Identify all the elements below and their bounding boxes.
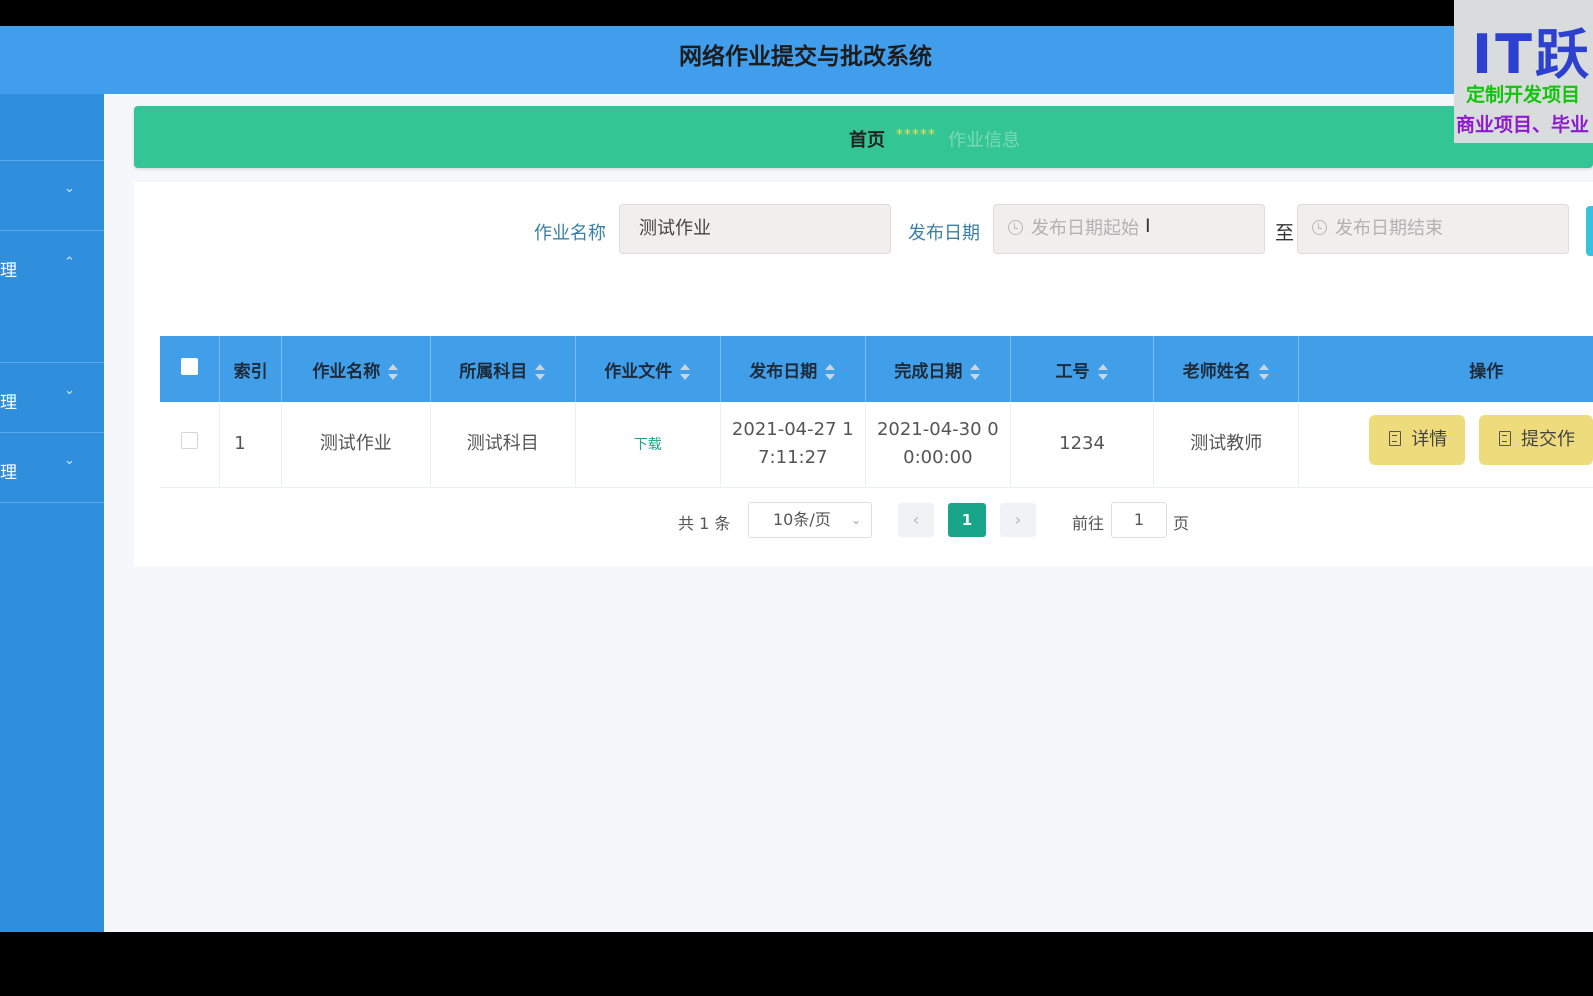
- sort-icon[interactable]: [824, 363, 836, 380]
- start-date-placeholder: 发布日期起始: [1031, 218, 1139, 239]
- cell-teacher: 测试教师: [1153, 402, 1299, 488]
- submit-homework-button[interactable]: 提交作: [1478, 414, 1593, 465]
- start-date-input[interactable]: 发布日期起始: [993, 204, 1265, 254]
- page-number-current[interactable]: 1: [948, 503, 986, 537]
- cell-index: 1: [219, 402, 282, 488]
- document-icon: [1389, 430, 1402, 446]
- breadcrumb: 首页 ***** 作业信息: [134, 106, 1593, 168]
- app-window: 网络作业提交与批改系统 ⌄ 理 ⌃ 理 ⌄ 理 ⌄ 首页 ***** 作业信息 …: [0, 26, 1593, 932]
- sort-icon[interactable]: [1097, 363, 1109, 380]
- clock-icon: [1008, 220, 1023, 235]
- sort-icon[interactable]: [969, 363, 981, 380]
- col-header-index: 索引: [219, 336, 282, 402]
- col-header-finish-date[interactable]: 完成日期: [864, 336, 1011, 402]
- end-date-placeholder: 发布日期结束: [1335, 218, 1443, 239]
- end-date-input[interactable]: 发布日期结束: [1297, 204, 1569, 254]
- goto-suffix: 页: [1173, 514, 1190, 533]
- text-cursor-icon: I: [1145, 215, 1151, 237]
- name-filter-input[interactable]: 测试作业: [619, 204, 891, 254]
- watermark-logo: IT跃 定制开发项目 商业项目、毕业: [1454, 0, 1593, 143]
- chevron-down-icon: ⌄: [64, 453, 75, 468]
- cell-finish-date: 2021-04-30 0 0:00:00: [864, 402, 1011, 488]
- sort-icon[interactable]: [1258, 363, 1270, 380]
- prev-page-button[interactable]: ‹: [898, 503, 934, 537]
- goto-page-input[interactable]: 1: [1111, 502, 1167, 538]
- chevron-down-icon: ⌄: [64, 383, 75, 398]
- sidebar-item-label: 理: [0, 393, 17, 413]
- cell-actions: 详情 提交作: [1298, 402, 1593, 488]
- goto-label: 前往: [1072, 514, 1105, 533]
- breadcrumb-current: 作业信息: [948, 130, 1020, 151]
- breadcrumb-separator: *****: [896, 127, 936, 143]
- sidebar-item-2[interactable]: 理 ⌃: [0, 231, 104, 363]
- clock-icon: [1312, 220, 1327, 235]
- row-checkbox[interactable]: [181, 432, 199, 450]
- sidebar-item-label: 理: [0, 463, 17, 483]
- sort-icon[interactable]: [534, 363, 546, 380]
- homework-table: 索引 作业名称 所属科目 作业文件 发布日期 完成日期 工号 老师姓名 操作 1…: [160, 336, 1593, 488]
- next-page-button[interactable]: ›: [1000, 503, 1036, 537]
- download-link[interactable]: 下载: [634, 437, 662, 453]
- sidebar-item-4[interactable]: 理 ⌄: [0, 433, 104, 503]
- sidebar-item-1[interactable]: ⌄: [0, 161, 104, 231]
- name-filter-label: 作业名称: [534, 223, 606, 244]
- sidebar-item-label: 理: [0, 261, 17, 281]
- select-all-checkbox[interactable]: [181, 358, 199, 375]
- watermark-line-3: 商业项目、毕业: [1456, 114, 1590, 136]
- row-select-cell: [160, 402, 220, 488]
- cell-subject: 测试科目: [429, 402, 576, 488]
- watermark-brand: IT跃: [1472, 23, 1592, 86]
- select-all-cell: [160, 336, 220, 402]
- sidebar: ⌄ 理 ⌃ 理 ⌄ 理 ⌄: [0, 94, 104, 932]
- col-header-file[interactable]: 作业文件: [574, 336, 721, 402]
- cell-publish-date: 2021-04-27 1 7:11:27: [719, 402, 866, 488]
- table-row: 1 测试作业 测试科目 下载 2021-04-27 1 7:11:27 2021-…: [160, 402, 1593, 488]
- document-icon: [1498, 430, 1511, 446]
- page-size-select[interactable]: 10条/页 ⌄: [748, 502, 872, 538]
- cell-name: 测试作业: [280, 402, 431, 488]
- chevron-up-icon: ⌃: [64, 255, 75, 270]
- sort-icon[interactable]: [679, 363, 691, 380]
- sort-icon[interactable]: [387, 363, 399, 380]
- col-header-subject[interactable]: 所属科目: [429, 336, 576, 402]
- col-header-actions: 操作: [1298, 336, 1593, 402]
- pagination-total: 共 1 条: [678, 514, 731, 533]
- col-header-teacher[interactable]: 老师姓名: [1153, 336, 1299, 402]
- detail-button[interactable]: 详情: [1369, 414, 1466, 465]
- col-header-publish-date[interactable]: 发布日期: [719, 336, 866, 402]
- top-header: 网络作业提交与批改系统: [0, 26, 1593, 94]
- sidebar-item-3[interactable]: 理 ⌄: [0, 363, 104, 433]
- chevron-down-icon: ⌄: [850, 513, 861, 527]
- pagination: 共 1 条 10条/页 ⌄ ‹ 1 › 前往 1 页: [134, 502, 1593, 542]
- search-button[interactable]: [1586, 206, 1593, 256]
- table-header-row: 索引 作业名称 所属科目 作业文件 发布日期 完成日期 工号 老师姓名 操作: [160, 336, 1593, 402]
- watermark-line-2: 定制开发项目: [1466, 84, 1581, 106]
- date-range-separator: 至: [1275, 222, 1295, 244]
- main-panel: 作业名称 测试作业 发布日期 发布日期起始 I 至 发布日期结束 索引 作业名称…: [134, 182, 1593, 566]
- breadcrumb-home[interactable]: 首页: [849, 126, 885, 152]
- col-header-staff-no[interactable]: 工号: [1009, 336, 1154, 402]
- chevron-down-icon: ⌄: [64, 181, 75, 196]
- cell-file: 下载: [574, 402, 721, 488]
- date-filter-label: 发布日期: [908, 223, 980, 244]
- cell-staff-no: 1234: [1009, 402, 1154, 488]
- col-header-name[interactable]: 作业名称: [280, 336, 431, 402]
- app-title: 网络作业提交与批改系统: [679, 44, 932, 70]
- page-size-value: 10条/页: [773, 510, 831, 529]
- sidebar-item-0[interactable]: [0, 94, 104, 161]
